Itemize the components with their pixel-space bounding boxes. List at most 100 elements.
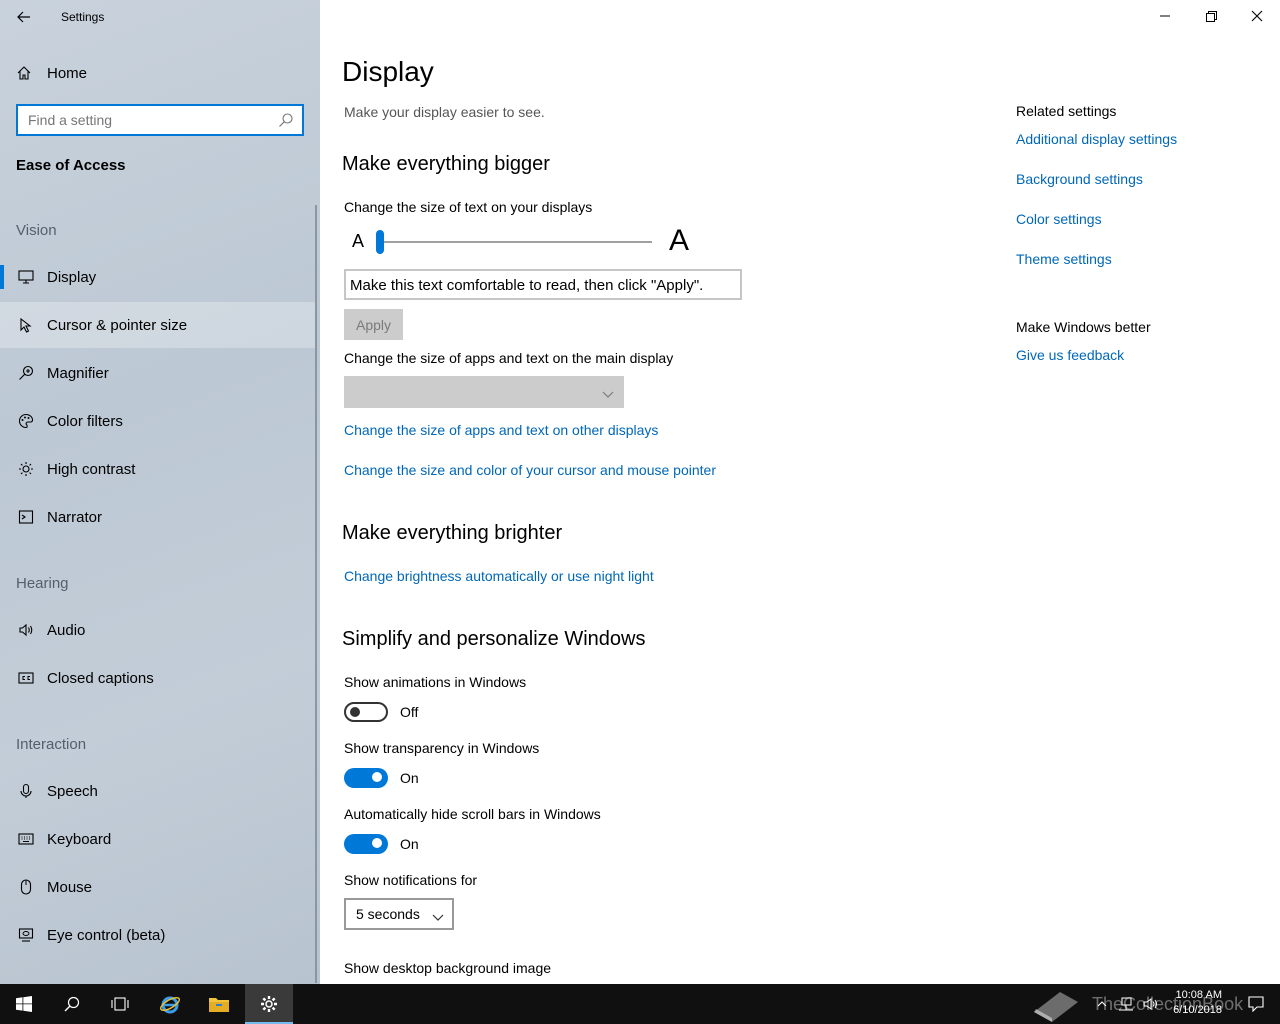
toggle-knob (350, 707, 360, 717)
clock-time: 10:08 AM (1175, 989, 1222, 1001)
link-cursor-size[interactable]: Change the size and color of your cursor… (344, 462, 716, 478)
show-hidden-icons-button[interactable] (1090, 984, 1114, 1024)
text-preview-box: Make this text comfortable to read, then… (344, 269, 742, 300)
notification-icon (1248, 996, 1264, 1012)
minimize-button[interactable] (1142, 0, 1188, 32)
sidebar-scrollbar[interactable] (315, 205, 317, 983)
animations-toggle[interactable] (344, 702, 388, 722)
animations-state: Off (400, 704, 419, 720)
sidebar-item-cursor[interactable]: Cursor & pointer size (0, 302, 316, 348)
sidebar-item-high-contrast[interactable]: High contrast (0, 446, 316, 492)
link-additional-display[interactable]: Additional display settings (1016, 131, 1177, 147)
back-button[interactable] (8, 2, 40, 32)
sidebar-item-label: Keyboard (47, 830, 112, 848)
link-other-displays[interactable]: Change the size of apps and text on othe… (344, 422, 658, 438)
action-center-button[interactable] (1232, 984, 1280, 1024)
sidebar-item-color-filters[interactable]: Color filters (0, 398, 316, 444)
taskbar: TheCollectionBook 10:08 AM 6/10/2018 (0, 984, 1280, 1024)
notifications-value: 5 seconds (356, 906, 420, 922)
slider-track[interactable] (376, 241, 652, 243)
apps-size-label: Change the size of apps and text on the … (344, 350, 674, 366)
text-size-label: Change the size of text on your displays (344, 199, 593, 215)
sidebar-item-label: Narrator (47, 508, 103, 526)
speaker-icon (16, 622, 36, 638)
apply-button[interactable]: Apply (344, 309, 403, 340)
search-box[interactable] (16, 104, 304, 136)
windows-logo-icon (16, 996, 32, 1012)
sidebar-item-closed-captions[interactable]: Closed captions (0, 655, 316, 701)
taskbar-search-button[interactable] (48, 984, 96, 1024)
narrator-icon (16, 509, 36, 525)
heading-make-bigger: Make everything bigger (342, 153, 550, 175)
toggle-knob (372, 772, 382, 782)
sidebar-item-eye-control[interactable]: Eye control (beta) (0, 912, 316, 958)
sidebar-item-magnifier[interactable]: Magnifier (0, 350, 316, 396)
sidebar-item-keyboard[interactable]: Keyboard (0, 816, 316, 862)
sidebar-item-speech[interactable]: Speech (0, 768, 316, 814)
sidebar-item-narrator[interactable]: Narrator (0, 494, 316, 540)
mouse-icon (16, 879, 36, 895)
sidebar-item-audio[interactable]: Audio (0, 607, 316, 653)
link-brightness[interactable]: Change brightness automatically or use n… (344, 568, 654, 584)
sidebar: Settings Home Ease of Access Vision Disp… (0, 0, 320, 984)
scrollbars-toggle[interactable] (344, 834, 388, 854)
slider-small-a: A (352, 231, 365, 251)
tray-clock[interactable]: 10:08 AM 6/10/2018 (1173, 988, 1222, 1018)
sidebar-item-display[interactable]: Display (0, 254, 316, 300)
scrollbars-label: Automatically hide scroll bars in Window… (344, 806, 601, 822)
home-icon (16, 65, 34, 81)
task-view-button[interactable] (96, 984, 144, 1024)
content-pane: Display Make your display easier to see.… (320, 0, 1280, 984)
start-button[interactable] (0, 984, 48, 1024)
heading-make-brighter: Make everything brighter (342, 522, 563, 544)
desktop-bg-label: Show desktop background image (344, 960, 552, 976)
book-logo-icon (1034, 992, 1078, 1022)
sidebar-item-mouse[interactable]: Mouse (0, 864, 316, 910)
close-button[interactable] (1234, 0, 1280, 32)
section-title: Ease of Access (16, 157, 126, 174)
sidebar-item-label: Mouse (47, 878, 93, 896)
microphone-icon (16, 783, 36, 799)
link-give-feedback[interactable]: Give us feedback (1016, 347, 1124, 363)
sidebar-item-label: Display (47, 268, 97, 286)
sidebar-item-label: Color filters (47, 412, 123, 430)
volume-tray-button[interactable] (1138, 984, 1164, 1024)
slider-thumb[interactable] (376, 230, 384, 254)
animations-label: Show animations in Windows (344, 674, 527, 690)
palette-icon (16, 413, 36, 429)
scale-dropdown[interactable] (344, 376, 624, 408)
home-nav-item[interactable]: Home (0, 56, 320, 90)
slider-big-a: A (668, 224, 689, 257)
link-background-settings[interactable]: Background settings (1016, 171, 1143, 187)
restore-button[interactable] (1188, 0, 1234, 32)
link-color-settings[interactable]: Color settings (1016, 211, 1102, 227)
link-theme-settings[interactable]: Theme settings (1016, 251, 1112, 267)
eye-icon (16, 927, 36, 943)
group-heading-vision: Vision (16, 222, 57, 239)
search-icon[interactable] (278, 112, 294, 133)
sidebar-item-label: Cursor & pointer size (47, 316, 188, 334)
taskbar-explorer-button[interactable] (195, 984, 243, 1024)
sidebar-item-label: Closed captions (47, 669, 154, 687)
chevron-down-icon (432, 909, 444, 925)
internet-explorer-icon (159, 996, 181, 1014)
taskbar-settings-button[interactable] (245, 984, 293, 1024)
sidebar-item-label: High contrast (47, 460, 136, 478)
scrollbars-state: On (400, 836, 419, 852)
sidebar-item-label: Eye control (beta) (47, 926, 166, 944)
page-subtitle: Make your display easier to see. (344, 104, 545, 120)
transparency-toggle[interactable] (344, 768, 388, 788)
taskbar-edge-button[interactable] (146, 984, 194, 1024)
search-input[interactable] (18, 106, 268, 134)
keyboard-icon (16, 833, 36, 845)
notifications-select[interactable]: 5 seconds (344, 898, 454, 930)
text-size-slider[interactable]: A A (344, 224, 689, 260)
network-icon (1119, 997, 1133, 1011)
sidebar-item-label: Magnifier (47, 364, 109, 382)
search-icon (64, 996, 80, 1012)
toggle-knob (372, 838, 382, 848)
folder-icon (209, 998, 229, 1012)
chevron-up-icon (1097, 1001, 1107, 1007)
network-tray-button[interactable] (1114, 984, 1138, 1024)
sidebar-item-label: Audio (47, 621, 86, 639)
